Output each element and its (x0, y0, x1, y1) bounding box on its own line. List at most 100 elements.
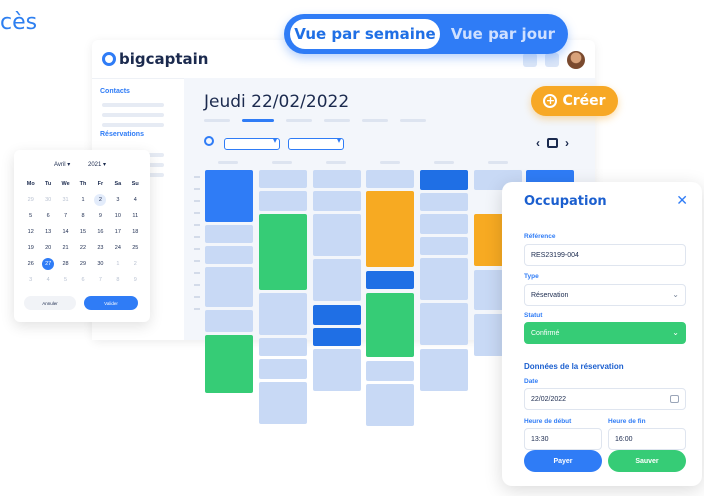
chevron-right-icon[interactable]: › (565, 136, 569, 150)
calendar-day[interactable]: 29 (22, 194, 39, 205)
booking-block[interactable] (366, 361, 414, 381)
calendar-day[interactable]: 19 (22, 242, 39, 253)
filter-dropdown[interactable] (224, 136, 280, 150)
booking-block[interactable] (205, 310, 253, 332)
day-view-button[interactable]: Vue par jour (444, 19, 562, 49)
week-view-button[interactable]: Vue par semaine (290, 19, 440, 49)
filter-dropdown[interactable] (288, 136, 344, 150)
pay-button[interactable]: Payer (524, 450, 602, 472)
calendar-day[interactable]: 15 (74, 226, 91, 237)
create-button[interactable]: + Créer (531, 86, 618, 116)
calendar-day[interactable]: 16 (92, 226, 109, 237)
calendar-day[interactable]: 4 (127, 194, 144, 205)
calendar-day-selected[interactable]: 27 (39, 257, 56, 270)
tab[interactable] (400, 119, 426, 122)
date-field[interactable]: 22/02/2022 (524, 388, 686, 410)
calendar-day[interactable]: 30 (92, 258, 109, 269)
booking-block[interactable] (259, 382, 307, 424)
calendar-day[interactable]: 3 (22, 274, 39, 285)
calendar-day[interactable]: 4 (39, 274, 56, 285)
booking-block[interactable] (366, 384, 414, 426)
calendar-day[interactable]: 8 (74, 210, 91, 221)
year-select[interactable]: 2021 ▾ (88, 161, 106, 168)
tab[interactable] (204, 119, 230, 122)
sidebar-item[interactable] (102, 103, 164, 107)
mail-icon[interactable] (545, 53, 559, 67)
calendar-day[interactable]: 31 (57, 194, 74, 205)
calendar-day[interactable]: 18 (127, 226, 144, 237)
calendar-day[interactable]: 7 (92, 274, 109, 285)
calendar-day[interactable]: 25 (127, 242, 144, 253)
tab-active[interactable] (242, 119, 274, 122)
calendar-day[interactable]: 13 (39, 226, 56, 237)
close-icon[interactable]: ✕ (676, 192, 688, 209)
calendar-day[interactable]: 23 (92, 242, 109, 253)
calendar-day[interactable]: 26 (22, 258, 39, 269)
booking-block[interactable] (259, 338, 307, 356)
sidebar-item[interactable] (102, 113, 164, 117)
calendar-day[interactable]: 6 (39, 210, 56, 221)
booking-block[interactable] (259, 170, 307, 188)
booking-block[interactable] (313, 259, 361, 301)
booking-block[interactable] (259, 191, 307, 211)
chevron-left-icon[interactable]: ‹ (536, 136, 540, 150)
calendar-day[interactable]: 24 (109, 242, 126, 253)
avatar[interactable] (567, 51, 585, 69)
calendar-day[interactable]: 21 (57, 242, 74, 253)
booking-block[interactable] (313, 328, 361, 346)
reference-field[interactable]: RES23199-004 (524, 244, 686, 266)
status-select[interactable]: Confirmé ⌄ (524, 322, 686, 344)
search-icon[interactable] (204, 136, 214, 146)
booking-block[interactable] (205, 170, 253, 222)
booking-block[interactable] (420, 170, 468, 190)
booking-block[interactable] (420, 258, 468, 300)
booking-block[interactable] (420, 349, 468, 391)
calendar-icon[interactable] (547, 138, 558, 148)
calendar-day[interactable]: 22 (74, 242, 91, 253)
sidebar-section-reservations[interactable]: Réservations (100, 131, 144, 138)
calendar-day[interactable]: 28 (57, 258, 74, 269)
booking-block[interactable] (313, 214, 361, 256)
calendar-day[interactable]: 17 (109, 226, 126, 237)
booking-block[interactable] (205, 246, 253, 264)
calendar-day[interactable]: 9 (127, 274, 144, 285)
cancel-button[interactable]: Annuler (24, 296, 76, 310)
calendar-day[interactable]: 20 (39, 242, 56, 253)
booking-block[interactable] (420, 303, 468, 345)
calendar-day[interactable]: 3 (109, 194, 126, 205)
booking-block[interactable] (313, 191, 361, 211)
calendar-day[interactable]: 2 (127, 258, 144, 269)
confirm-button[interactable]: Valider (84, 296, 138, 310)
calendar-day[interactable]: 8 (109, 274, 126, 285)
booking-block[interactable] (420, 193, 468, 211)
booking-block[interactable] (313, 349, 361, 391)
booking-block[interactable] (366, 271, 414, 289)
calendar-day[interactable]: 2 (92, 193, 109, 206)
calendar-day[interactable]: 1 (74, 194, 91, 205)
booking-block[interactable] (259, 293, 307, 335)
calendar-day[interactable]: 29 (74, 258, 91, 269)
booking-block[interactable] (366, 170, 414, 188)
calendar-day[interactable]: 1 (109, 258, 126, 269)
calendar-day[interactable]: 14 (57, 226, 74, 237)
calendar-day[interactable]: 6 (74, 274, 91, 285)
booking-block[interactable] (420, 237, 468, 255)
calendar-day[interactable]: 10 (109, 210, 126, 221)
calendar-day[interactable]: 12 (22, 226, 39, 237)
calendar-day[interactable]: 5 (22, 210, 39, 221)
calendar-day[interactable]: 5 (57, 274, 74, 285)
calendar-day[interactable]: 30 (39, 194, 56, 205)
calendar-day[interactable]: 7 (57, 210, 74, 221)
booking-block[interactable] (420, 214, 468, 234)
booking-block[interactable] (259, 359, 307, 379)
end-time-field[interactable]: 16:00 (608, 428, 686, 450)
type-select[interactable]: Réservation ⌄ (524, 284, 686, 306)
calendar-icon[interactable] (523, 53, 537, 67)
booking-block[interactable] (205, 335, 253, 393)
app-logo[interactable]: bigcaptain (102, 50, 208, 68)
booking-block[interactable] (205, 225, 253, 243)
booking-block[interactable] (205, 267, 253, 307)
calendar-day[interactable]: 11 (127, 210, 144, 221)
save-button[interactable]: Sauver (608, 450, 686, 472)
booking-block[interactable] (313, 170, 361, 188)
